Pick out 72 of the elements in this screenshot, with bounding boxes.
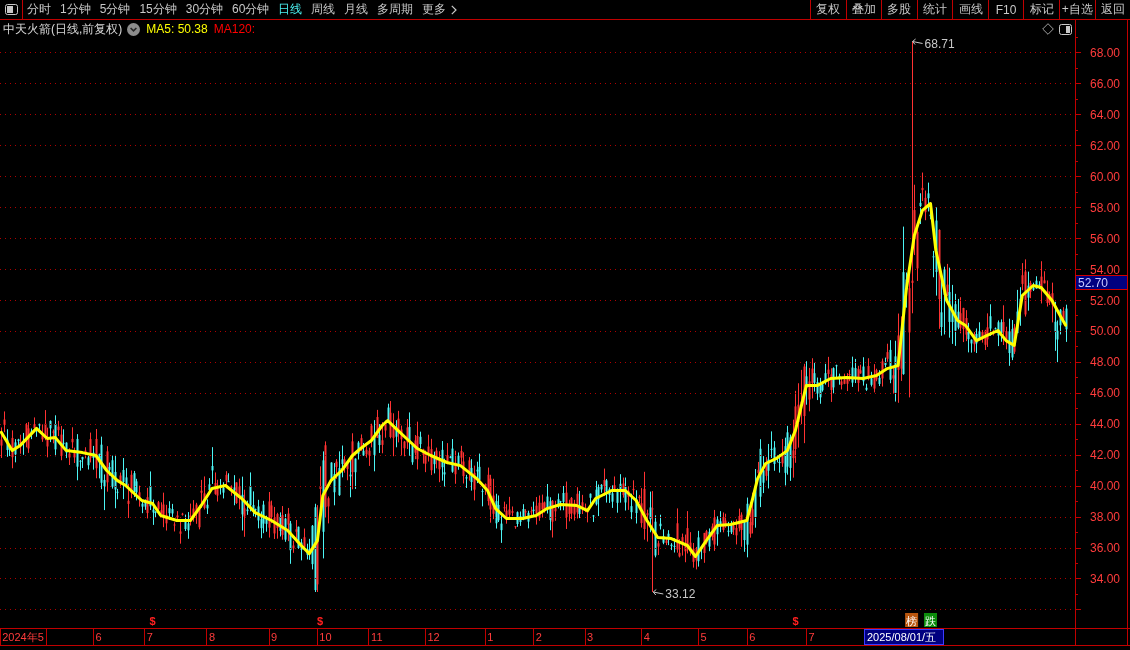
- event-marker: $: [317, 615, 324, 627]
- date-axis-label: 7: [808, 631, 815, 643]
- arrow-icon: [652, 589, 664, 596]
- date-axis-label: 8: [208, 631, 216, 643]
- arrow-icon: [912, 38, 924, 45]
- period-tab[interactable]: 5分钟: [95, 0, 135, 19]
- diamond-icon[interactable]: [1042, 23, 1054, 35]
- toolbar-button[interactable]: 叠加: [845, 0, 882, 19]
- price-axis-label: 38.00: [1090, 510, 1121, 525]
- price-axis-label: 62.00: [1090, 138, 1121, 153]
- date-axis-label: 2: [535, 631, 542, 643]
- date-axis-label: 6: [95, 631, 102, 643]
- date-axis-label: 11: [371, 631, 383, 643]
- chevron-right-icon: [451, 4, 458, 15]
- period-tab[interactable]: 日线: [274, 0, 307, 19]
- toolbar-button[interactable]: 画线: [952, 0, 988, 19]
- price-axis-label: 34.00: [1090, 572, 1121, 586]
- price-axis-label: 64.00: [1090, 107, 1121, 122]
- period-tab[interactable]: 30分钟: [181, 0, 228, 19]
- price-axis-label: 54.00: [1090, 262, 1121, 277]
- date-axis-label: 4: [643, 631, 650, 643]
- date-axis-label: 1: [487, 631, 494, 643]
- period-tab[interactable]: 1分钟: [56, 0, 95, 19]
- date-axis-label: 3: [587, 631, 594, 643]
- current-price-tag: 52.70: [1075, 275, 1128, 290]
- panel-toggle-icon[interactable]: [1059, 23, 1072, 35]
- date-axis-label: 6: [749, 631, 756, 643]
- price-extreme-label: 68.71: [924, 36, 955, 51]
- signal-badge: 榜: [905, 613, 919, 627]
- event-marker: $: [792, 615, 799, 627]
- toolbar-button[interactable]: F10: [987, 0, 1024, 19]
- date-axis-label: 10: [319, 631, 332, 643]
- date-axis-label: 2024年5: [2, 631, 44, 643]
- toolbar-button[interactable]: 多股: [881, 0, 917, 19]
- toolbar-button[interactable]: 复权: [810, 0, 846, 19]
- price-axis-label: 68.00: [1090, 46, 1121, 60]
- stock-title: 中天火箭(日线,前复权): [3, 20, 123, 38]
- toolbar-button[interactable]: 统计: [916, 0, 953, 19]
- date-axis-label: 7: [146, 631, 153, 643]
- price-axis-label: 52.00: [1090, 293, 1121, 308]
- cursor-date-tag: 2025/08/01/五: [864, 629, 944, 645]
- price-axis-label: 56.00: [1090, 231, 1121, 246]
- date-axis-label: 5: [700, 631, 707, 643]
- price-axis-label: 66.00: [1090, 76, 1121, 91]
- date-axis-label: 9: [271, 631, 278, 643]
- period-tab[interactable]: 分时: [23, 0, 55, 19]
- period-tab[interactable]: 60分钟: [228, 0, 274, 19]
- price-axis-label: 40.00: [1090, 479, 1121, 494]
- dropdown-icon[interactable]: [127, 22, 141, 36]
- toolbar-button[interactable]: 返回: [1094, 0, 1130, 19]
- price-axis-label: 58.00: [1090, 200, 1121, 215]
- period-tab[interactable]: 多周期: [373, 0, 418, 19]
- panel-toggle-icon[interactable]: [4, 4, 18, 15]
- price-extreme-label: 33.12: [665, 587, 696, 601]
- more-menu[interactable]: 更多: [418, 0, 462, 19]
- price-axis-label: 42.00: [1090, 448, 1121, 463]
- toolbar-button[interactable]: +自选: [1058, 0, 1095, 19]
- period-tab[interactable]: 周线: [307, 0, 340, 19]
- price-axis-label: 48.00: [1090, 355, 1121, 370]
- toolbar-button[interactable]: 标记: [1023, 0, 1059, 19]
- indicator-legend: MA120:: [213, 22, 256, 36]
- period-tab[interactable]: 15分钟: [135, 0, 181, 19]
- price-axis-label: 50.00: [1090, 324, 1121, 339]
- signal-badge: 跌: [924, 613, 937, 627]
- date-axis-label: 12: [427, 631, 440, 643]
- price-axis-label: 44.00: [1090, 417, 1121, 432]
- price-axis-label: 46.00: [1090, 386, 1121, 401]
- event-marker: $: [149, 615, 156, 627]
- indicator-legend: MA5: 50.38: [146, 22, 208, 36]
- price-axis-label: 36.00: [1090, 541, 1121, 556]
- period-tab[interactable]: 月线: [340, 0, 373, 19]
- price-axis-label: 60.00: [1090, 169, 1121, 184]
